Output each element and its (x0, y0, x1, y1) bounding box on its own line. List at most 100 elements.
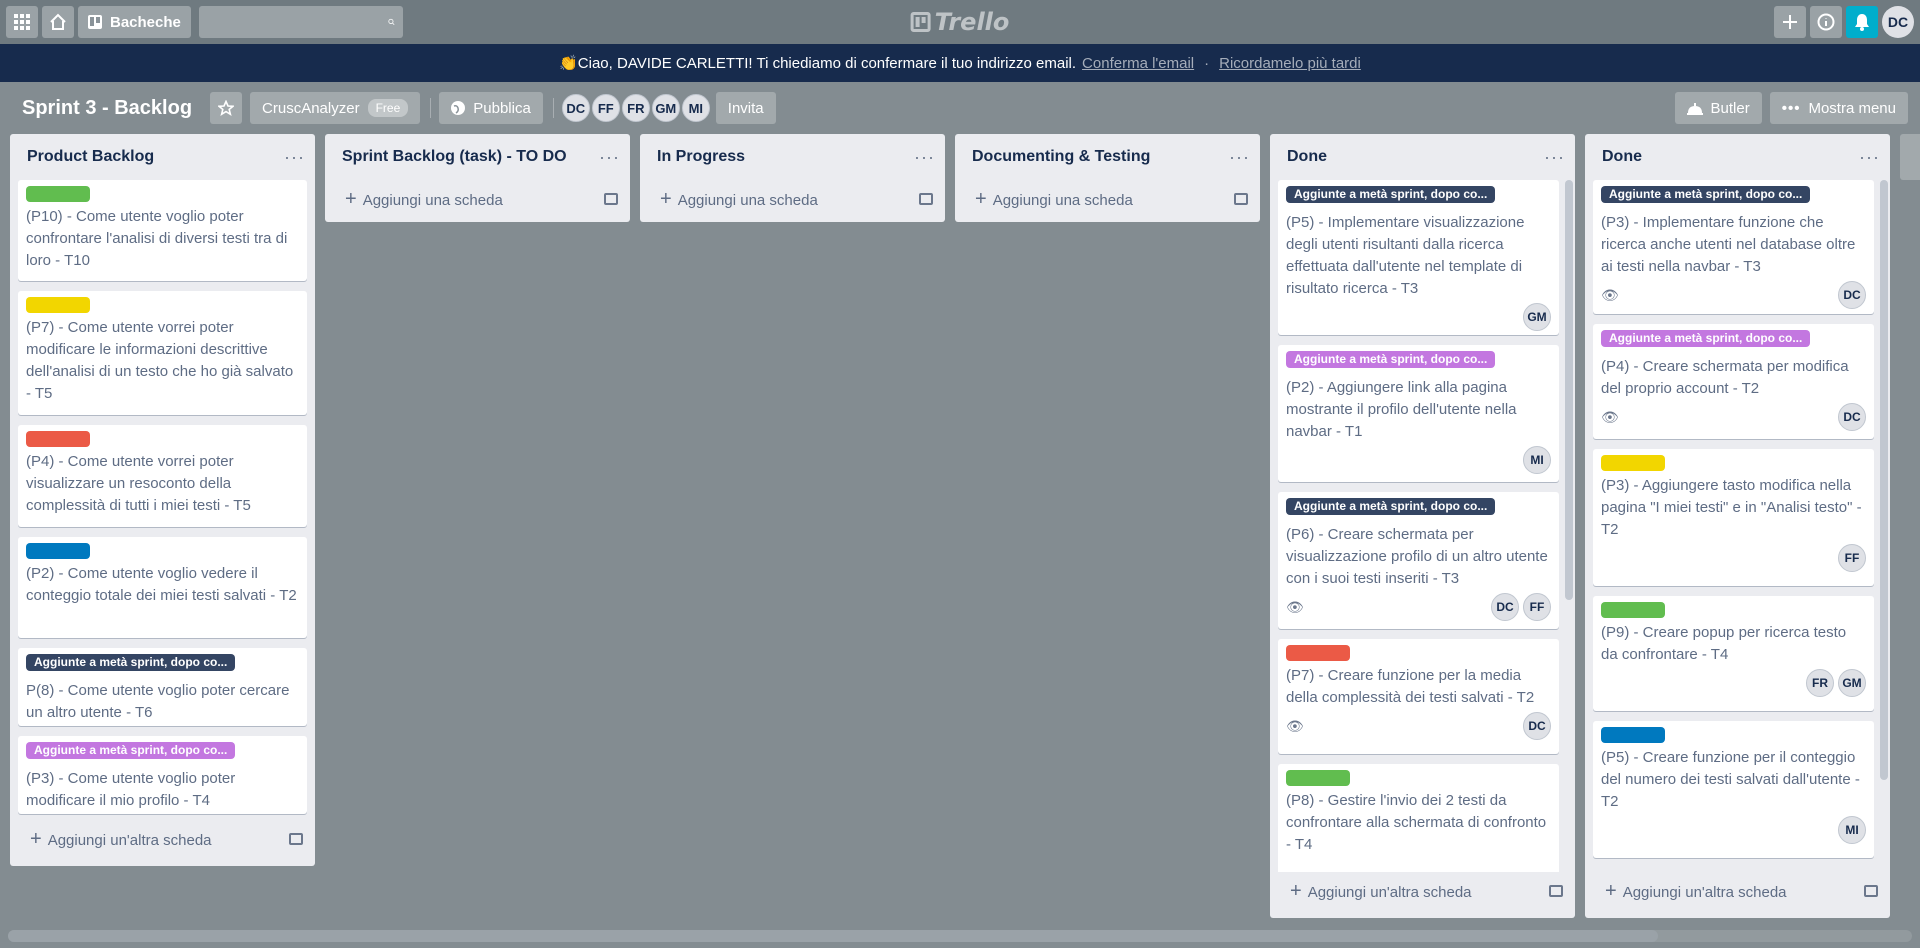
list-header[interactable]: Done ··· (1585, 134, 1890, 180)
card[interactable]: (P7) - Come utente vorrei poter modifica… (18, 291, 307, 415)
list-header[interactable]: Sprint Backlog (task) - TO DO ··· (325, 134, 630, 180)
list-scrollbar[interactable] (1565, 180, 1573, 600)
list-title[interactable]: In Progress (657, 148, 745, 166)
card-member-avatar[interactable]: MI (1838, 816, 1866, 844)
list-menu-icon[interactable]: ··· (1229, 148, 1250, 166)
card-member-avatar[interactable]: GM (1838, 669, 1866, 697)
member-avatar[interactable]: MI (681, 94, 710, 122)
list-title[interactable]: Done (1602, 148, 1642, 166)
member-avatar[interactable]: FR (621, 94, 650, 122)
list-menu-icon[interactable]: ··· (1544, 148, 1565, 166)
board-title[interactable]: Sprint 3 - Backlog (22, 97, 192, 120)
notifications-button[interactable] (1846, 6, 1878, 38)
card-label-purple[interactable]: Aggiunte a metà sprint, dopo co... (1286, 351, 1496, 368)
card-label-navy[interactable]: Aggiunte a metà sprint, dopo co... (1601, 186, 1811, 203)
member-avatar[interactable]: DC (561, 94, 590, 122)
list-header[interactable]: In Progress ··· (640, 134, 945, 180)
visibility-button[interactable]: Pubblica (439, 92, 543, 124)
card-label-yellow[interactable] (1601, 455, 1665, 471)
add-card-button[interactable]: + Aggiungi un'altra scheda (1585, 872, 1890, 910)
card-label-navy[interactable]: Aggiunte a metà sprint, dopo co... (1286, 498, 1496, 515)
card-label-navy[interactable]: Aggiunte a metà sprint, dopo co... (26, 654, 236, 671)
team-button[interactable]: CruscAnalyzer Free (250, 92, 421, 124)
list-title[interactable]: Documenting & Testing (972, 148, 1150, 166)
card-member-avatar[interactable]: DC (1523, 712, 1551, 740)
add-card-button[interactable]: + Aggiungi una scheda (640, 180, 945, 218)
card[interactable]: Aggiunte a metà sprint, dopo co... (P5) … (1278, 180, 1559, 335)
invite-button[interactable]: Invita (715, 92, 776, 124)
add-card-button[interactable]: + Aggiungi un'altra scheda (10, 820, 315, 858)
add-list-button[interactable] (1900, 134, 1920, 180)
list-header[interactable]: Done ··· (1270, 134, 1575, 180)
card[interactable]: Aggiunte a metà sprint, dopo co... (P2) … (1278, 345, 1559, 482)
add-card-button[interactable]: + Aggiungi un'altra scheda (1270, 872, 1575, 910)
card[interactable]: (P2) - Come utente voglio vedere il cont… (18, 537, 307, 638)
add-card-button[interactable]: + Aggiungi una scheda (325, 180, 630, 218)
remind-later-link[interactable]: Ricordamelo più tardi (1219, 55, 1361, 72)
card-member-avatar[interactable]: DC (1838, 403, 1866, 431)
info-button[interactable] (1810, 6, 1842, 38)
card-member-avatar[interactable]: DC (1838, 281, 1866, 309)
card[interactable]: (P4) - Come utente vorrei poter visualiz… (18, 425, 307, 527)
card-label-yellow[interactable] (26, 297, 90, 313)
list-header[interactable]: Documenting & Testing ··· (955, 134, 1260, 180)
board-scrollbar[interactable] (8, 930, 1658, 942)
card[interactable]: Aggiunte a metà sprint, dopo co... (P3) … (1593, 180, 1874, 314)
show-menu-button[interactable]: ••• Mostra menu (1769, 92, 1908, 124)
card-member-avatar[interactable]: FR (1806, 669, 1834, 697)
create-button[interactable] (1774, 6, 1806, 38)
add-card-button[interactable]: + Aggiungi una scheda (955, 180, 1260, 218)
card-template-icon[interactable] (1864, 885, 1878, 897)
card-label-navy[interactable]: Aggiunte a metà sprint, dopo co... (1286, 186, 1496, 203)
list-menu-icon[interactable]: ··· (914, 148, 935, 166)
list-title[interactable]: Product Backlog (27, 148, 154, 166)
card[interactable]: Aggiunte a metà sprint, dopo co... P(8) … (18, 648, 307, 726)
boards-button[interactable]: Bacheche (78, 6, 191, 38)
card-label-purple[interactable]: Aggiunte a metà sprint, dopo co... (26, 742, 236, 759)
card-template-icon[interactable] (1234, 193, 1248, 205)
card[interactable]: Aggiunte a metà sprint, dopo co... (P6) … (1278, 492, 1559, 629)
home-button[interactable] (42, 6, 74, 38)
card-member-avatar[interactable]: DC (1491, 593, 1519, 621)
member-avatar[interactable]: GM (651, 94, 680, 122)
card[interactable]: (P5) - Creare funzione per il conteggio … (1593, 721, 1874, 858)
list-title[interactable]: Sprint Backlog (task) - TO DO (342, 148, 567, 166)
list-header[interactable]: Product Backlog ··· (10, 134, 315, 180)
trello-logo[interactable]: Trello (910, 8, 1009, 36)
confirm-email-link[interactable]: Conferma l'email (1082, 55, 1194, 72)
star-button[interactable] (210, 92, 243, 124)
list-menu-icon[interactable]: ··· (1859, 148, 1880, 166)
card-label-green[interactable] (1601, 602, 1665, 618)
search-icon[interactable] (388, 13, 395, 31)
card-member-avatar[interactable]: FF (1523, 593, 1551, 621)
card-template-icon[interactable] (604, 193, 618, 205)
card[interactable]: Aggiunte a metà sprint, dopo co... (P4) … (1593, 324, 1874, 439)
card-label-red[interactable] (1286, 645, 1350, 661)
card[interactable]: (P8) - Gestire l'invio dei 2 testi da co… (1278, 764, 1559, 872)
card-label-red[interactable] (26, 431, 90, 447)
user-avatar[interactable]: DC (1882, 6, 1914, 38)
card-template-icon[interactable] (1549, 885, 1563, 897)
card-template-icon[interactable] (289, 833, 303, 845)
card[interactable]: Aggiunte a metà sprint, dopo co... (P3) … (18, 736, 307, 814)
card-member-avatar[interactable]: FF (1838, 544, 1866, 572)
card-label-purple[interactable]: Aggiunte a metà sprint, dopo co... (1601, 330, 1811, 347)
card[interactable]: (P9) - Creare popup per ricerca testo da… (1593, 596, 1874, 711)
card-label-blue[interactable] (1601, 727, 1665, 743)
card[interactable]: (P3) - Aggiungere tasto modifica nella p… (1593, 449, 1874, 586)
list-scrollbar[interactable] (1880, 180, 1888, 780)
search-input[interactable] (198, 7, 388, 37)
apps-button[interactable] (6, 6, 38, 38)
butler-button[interactable]: Butler (1674, 92, 1762, 124)
member-avatar[interactable]: FF (591, 94, 620, 122)
list-title[interactable]: Done (1287, 148, 1327, 166)
card-template-icon[interactable] (919, 193, 933, 205)
card-member-avatar[interactable]: GM (1523, 303, 1551, 331)
list-menu-icon[interactable]: ··· (284, 148, 305, 166)
card-label-green[interactable] (1286, 770, 1350, 786)
card[interactable]: (P7) - Creare funzione per la media dell… (1278, 639, 1559, 754)
card-label-green[interactable] (26, 186, 90, 202)
list-menu-icon[interactable]: ··· (599, 148, 620, 166)
card-member-avatar[interactable]: MI (1523, 446, 1551, 474)
card-label-blue[interactable] (26, 543, 90, 559)
